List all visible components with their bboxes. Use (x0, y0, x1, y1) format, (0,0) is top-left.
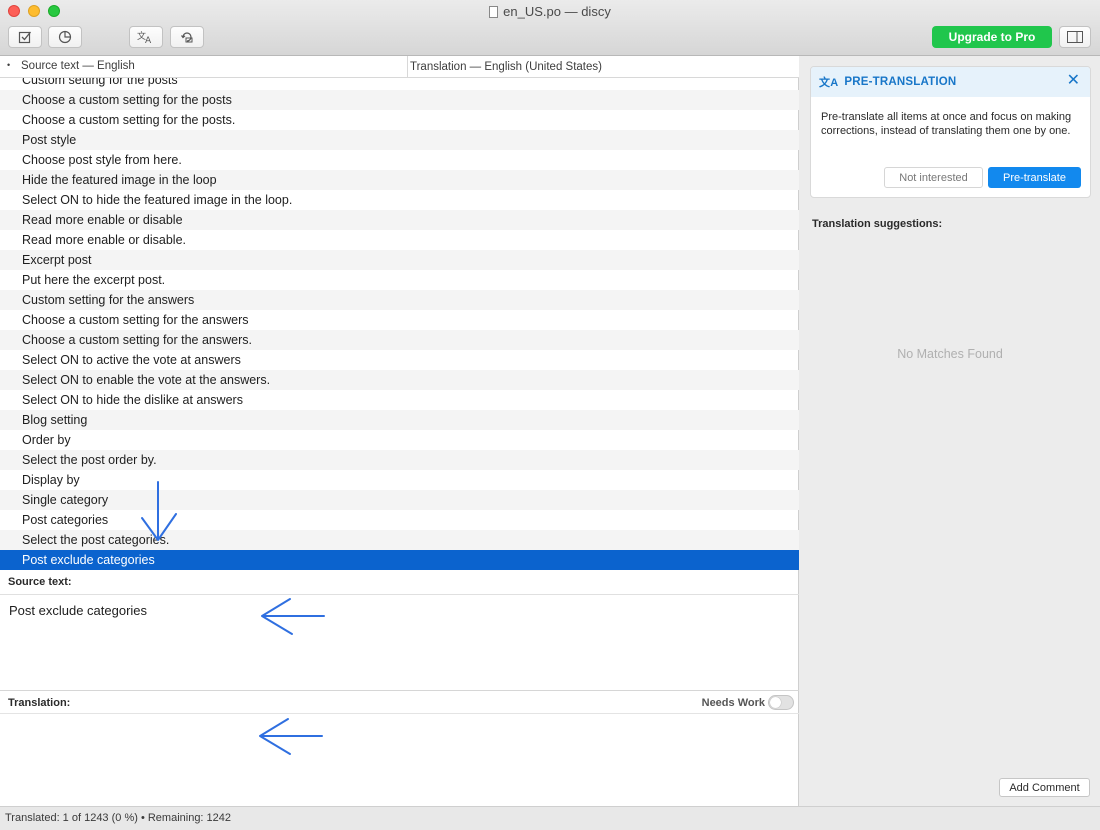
list-item[interactable]: Choose a custom setting for the posts. (0, 110, 799, 130)
list-item[interactable]: Post categories (0, 510, 799, 530)
editor-pane: • Source text — English Translation — En… (0, 56, 799, 806)
pretranslate-button[interactable]: Pre-translate (988, 167, 1081, 188)
list-item[interactable]: Blog setting (0, 410, 799, 430)
not-interested-button[interactable]: Not interested (884, 167, 983, 188)
list-item[interactable]: Select the post categories. (0, 530, 799, 550)
toggle-sidebar-button[interactable] (1059, 26, 1091, 48)
list-header: • Source text — English Translation — En… (0, 56, 799, 78)
list-item[interactable]: Excerpt post (0, 250, 799, 270)
svg-text:A: A (145, 36, 152, 44)
pretranslate-toolbar-button[interactable]: 文A (129, 26, 163, 48)
list-item[interactable]: Choose post style from here. (0, 150, 799, 170)
list-item[interactable]: Read more enable or disable. (0, 230, 799, 250)
translate-icon: 文A (137, 30, 152, 44)
sidebar-icon (1067, 31, 1083, 43)
sidebar: 文A PRE-TRANSLATION ✕ Pre-translate all i… (800, 56, 1100, 806)
window-toolbar: en_US.po — discy 文A Upgrade to Pro (0, 0, 1100, 56)
list-item[interactable]: Choose a custom setting for the posts (0, 90, 799, 110)
list-item[interactable]: Select the post order by. (0, 450, 799, 470)
translation-column-header[interactable]: Translation — English (United States) (407, 56, 602, 78)
arrow-down-icon (141, 481, 177, 541)
list-item[interactable]: Select ON to active the vote at answers (0, 350, 799, 370)
list-item[interactable]: Single category (0, 490, 799, 510)
list-item[interactable]: Display by (0, 470, 799, 490)
pretranslation-title: PRE-TRANSLATION (844, 76, 957, 88)
translation-suggestions-label: Translation suggestions: (812, 218, 943, 230)
list-item[interactable]: Hide the featured image in the loop (0, 170, 799, 190)
arrow-left-icon (259, 718, 323, 755)
strings-list[interactable]: Custom setting for the posts Choose a cus… (0, 78, 799, 571)
add-comment-button[interactable]: Add Comment (999, 778, 1090, 797)
translation-header: Translation: Needs Work (0, 690, 799, 714)
list-item[interactable]: Choose a custom setting for the answers. (0, 330, 799, 350)
status-text: Translated: 1 of 1243 (0 %) • Remaining:… (5, 812, 232, 824)
source-text-area: Post exclude categories (0, 594, 799, 690)
translation-input[interactable] (0, 715, 799, 806)
pretranslation-card: 文A PRE-TRANSLATION ✕ Pre-translate all i… (810, 66, 1091, 198)
statistics-button[interactable] (48, 26, 82, 48)
needs-work-toggle[interactable] (768, 695, 794, 710)
document-icon (489, 5, 499, 18)
sync-icon (181, 32, 193, 43)
list-item[interactable]: Post style (0, 130, 799, 150)
validate-button[interactable] (8, 26, 42, 48)
upgrade-to-pro-button[interactable]: Upgrade to Pro (932, 26, 1052, 48)
list-item[interactable]: Choose a custom setting for the answers (0, 310, 799, 330)
translation-label: Translation: (8, 697, 71, 709)
list-item[interactable]: Put here the excerpt post. (0, 270, 799, 290)
list-item[interactable]: Order by (0, 430, 799, 450)
window-title: en_US.po — discy (0, 4, 1100, 19)
list-item[interactable]: Select ON to enable the vote at the answ… (0, 370, 799, 390)
pretranslation-description: Pre-translate all items at once and focu… (821, 111, 1072, 137)
status-column-header[interactable]: • (7, 60, 10, 70)
source-column-header[interactable]: Source text — English (21, 60, 135, 72)
checkbox-icon (18, 31, 32, 44)
list-item[interactable]: Custom setting for the posts (0, 78, 799, 90)
status-bar: Translated: 1 of 1243 (0 %) • Remaining:… (0, 806, 1100, 830)
translate-icon: 文A (819, 77, 839, 89)
strings-list-rows: Custom setting for the posts Choose a cus… (0, 78, 799, 570)
list-item[interactable]: Custom setting for the answers (0, 290, 799, 310)
sync-button[interactable] (170, 26, 204, 48)
no-matches-text: No Matches Found (897, 347, 1003, 361)
list-item[interactable]: Read more enable or disable (0, 210, 799, 230)
needs-work-label: Needs Work (701, 697, 765, 709)
list-item[interactable]: Post exclude categories (0, 550, 799, 570)
source-text-value: Post exclude categories (9, 603, 148, 618)
arrow-left-icon (261, 598, 325, 635)
pie-chart-icon (58, 30, 72, 44)
source-text-label: Source text: (8, 576, 72, 588)
list-item[interactable]: Select ON to hide the featured image in … (0, 190, 799, 210)
close-icon[interactable]: ✕ (1067, 73, 1080, 89)
pretranslation-header: 文A PRE-TRANSLATION (811, 67, 1090, 97)
list-item[interactable]: Select ON to hide the dislike at answers (0, 390, 799, 410)
